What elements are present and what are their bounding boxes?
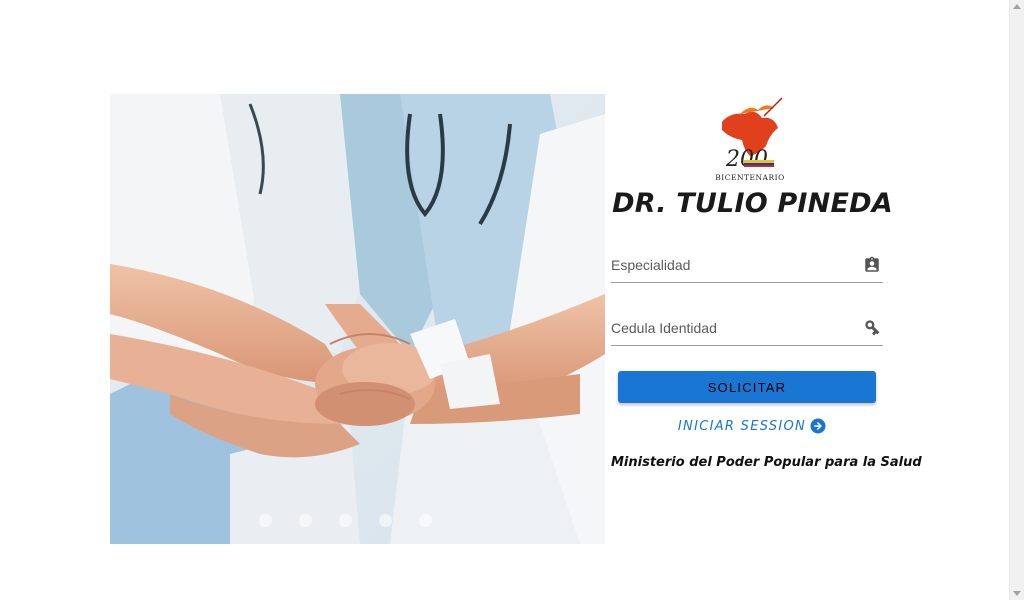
carousel-indicators [110, 514, 605, 527]
key-icon [865, 320, 880, 336]
carousel-dot-5[interactable] [418, 514, 432, 527]
doctors-hands-photo [110, 94, 605, 544]
arrow-right-circle-icon [810, 418, 826, 434]
login-card: 200 BICENTENARIO DR. TULIO PINEDA SOLI [110, 94, 922, 544]
request-panel: 200 BICENTENARIO DR. TULIO PINEDA SOLI [605, 94, 922, 544]
iniciar-session-label: INICIAR SESSION [677, 418, 807, 434]
especialidad-field [611, 250, 883, 283]
image-carousel[interactable] [110, 94, 605, 544]
carousel-dot-4[interactable] [378, 514, 392, 527]
page-title: DR. TULIO PINEDA [612, 188, 893, 219]
scroll-down-icon[interactable] [1013, 591, 1021, 596]
solicitar-button[interactable]: SOLICITAR [618, 371, 876, 403]
scroll-up-icon[interactable] [1013, 4, 1021, 9]
carousel-dot-1[interactable] [258, 514, 272, 527]
cedula-field [611, 313, 883, 346]
cedula-input[interactable] [611, 313, 851, 343]
clipboard-account-icon [865, 256, 879, 272]
ministerio-text: Ministerio del Poder Popular para la Sal… [611, 455, 922, 470]
especialidad-input[interactable] [611, 250, 851, 280]
logo-text: BICENTENARIO [715, 173, 784, 182]
logo-numeral: 200 [725, 147, 768, 172]
carousel-dot-3[interactable] [338, 514, 352, 527]
carousel-dot-2[interactable] [298, 514, 312, 527]
page: 200 BICENTENARIO DR. TULIO PINEDA SOLI [0, 0, 1024, 600]
bicentenario-logo: 200 BICENTENARIO [715, 97, 784, 182]
iniciar-session-link[interactable]: INICIAR SESSION [605, 417, 900, 435]
vertical-scrollbar[interactable] [1009, 0, 1024, 600]
